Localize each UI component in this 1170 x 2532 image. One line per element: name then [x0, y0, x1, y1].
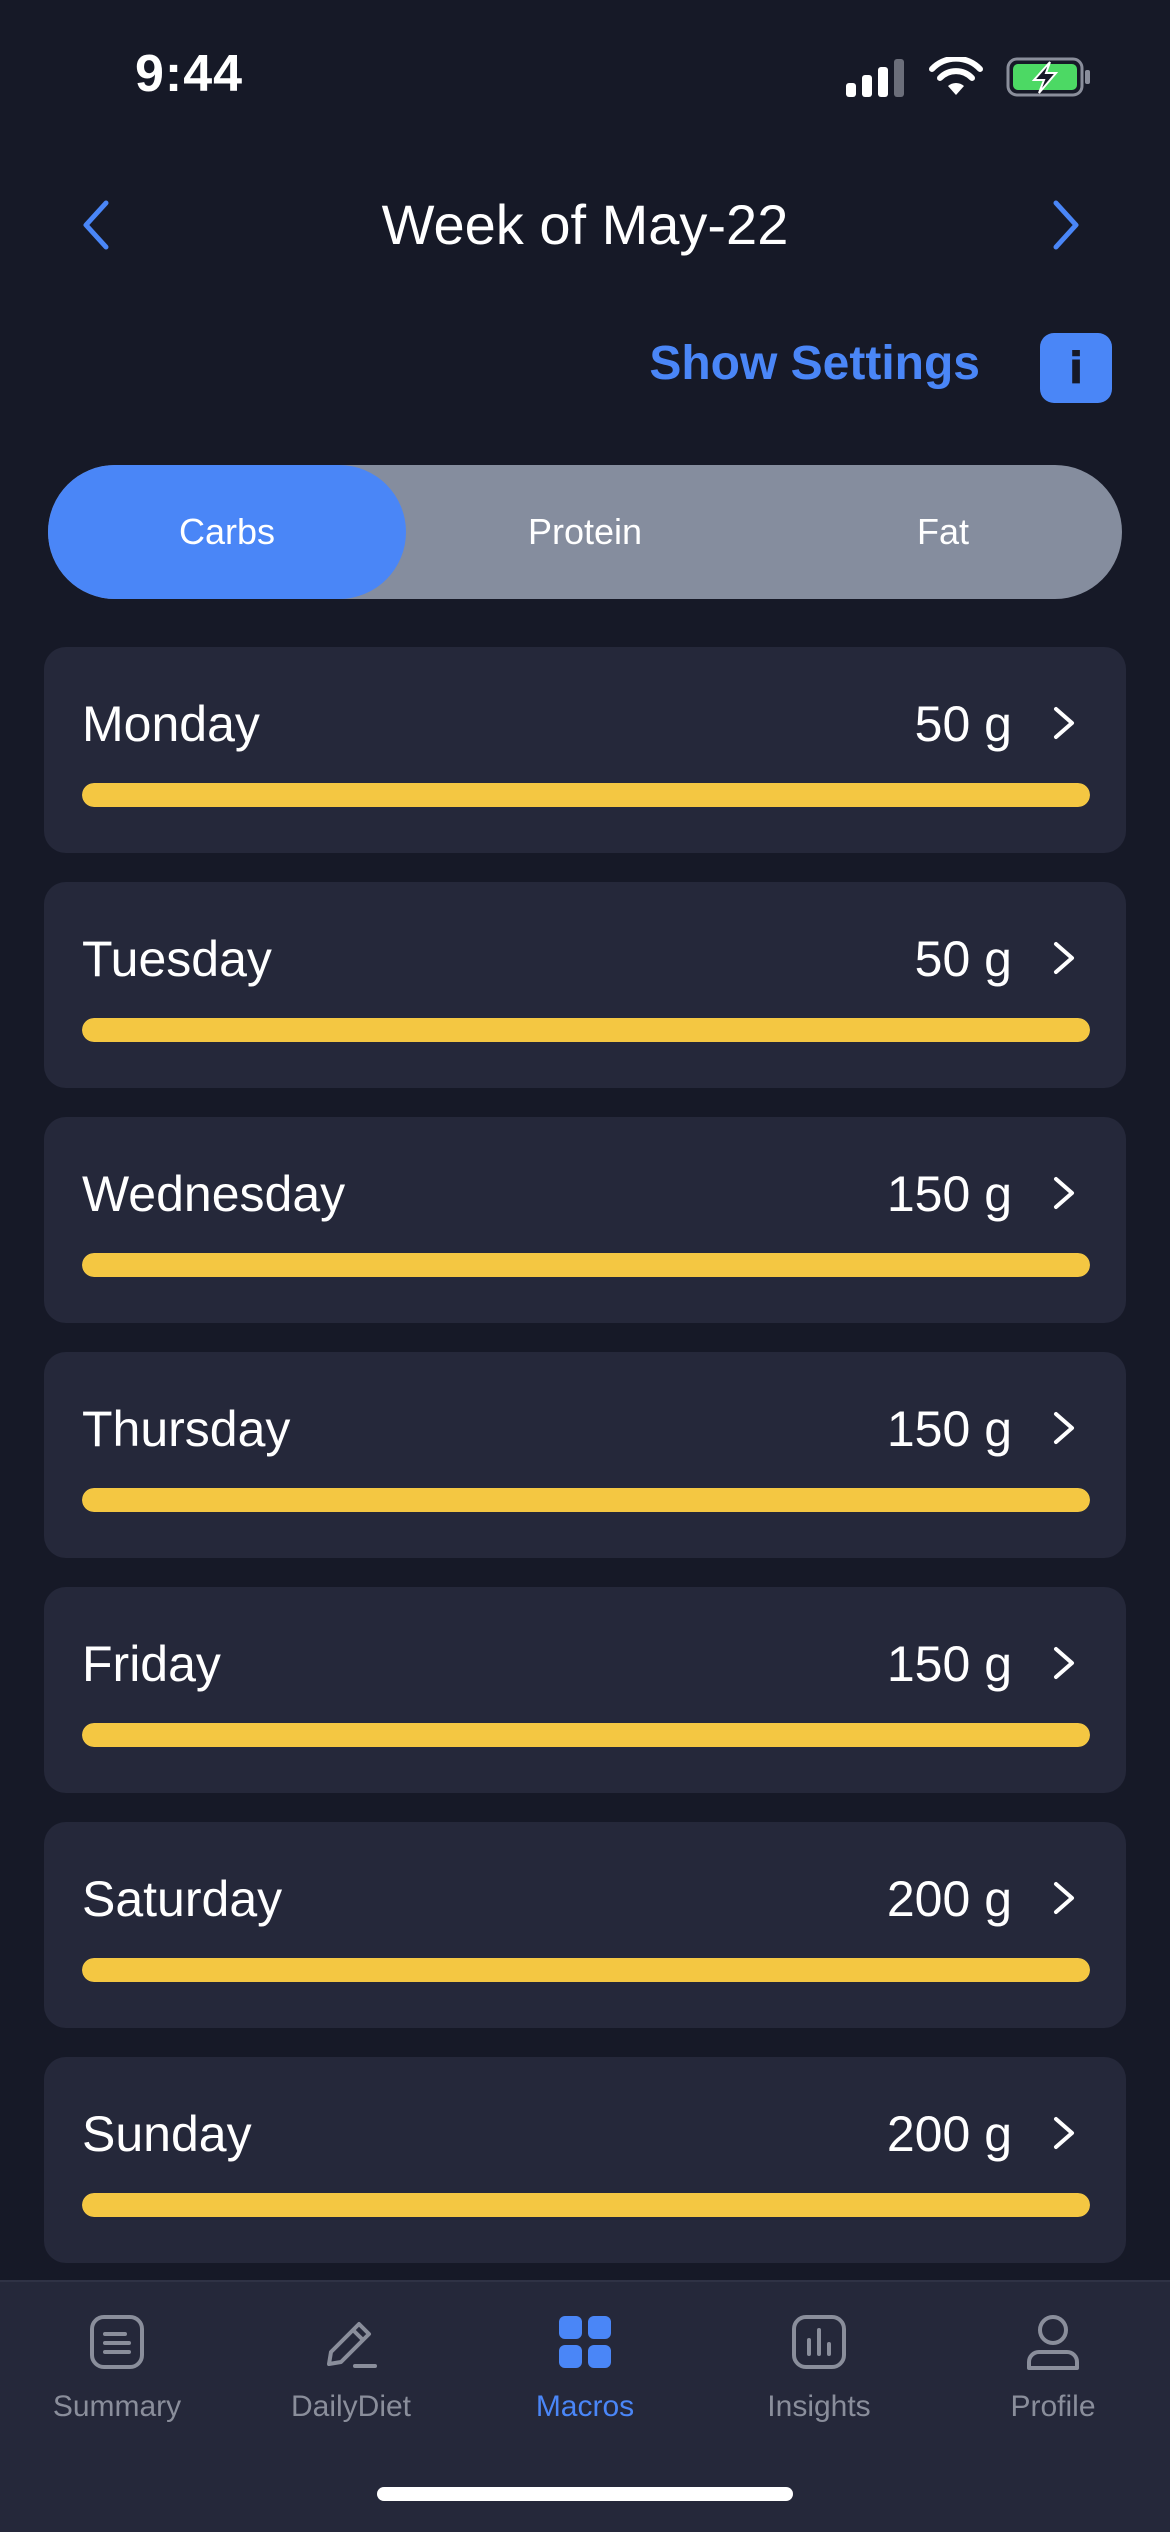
status-icons [846, 56, 1092, 98]
progress-fill [82, 783, 1090, 807]
day-name: Tuesday [82, 931, 272, 987]
wifi-icon [929, 57, 983, 95]
show-settings-link[interactable]: Show Settings [649, 336, 980, 391]
tab-label: DailyDiet [290, 2390, 412, 2423]
segment-protein[interactable]: Protein [406, 465, 764, 599]
progress-bar [82, 1253, 1090, 1277]
day-value: 150 g [886, 1401, 1012, 1457]
progress-bar [82, 1723, 1090, 1747]
chevron-right-icon [1054, 2117, 1074, 2149]
day-row-sunday[interactable]: Sunday 200 g [44, 2057, 1126, 2263]
cellular-signal-icon [846, 57, 906, 97]
progress-fill [82, 1488, 1090, 1512]
progress-bar [82, 783, 1090, 807]
home-indicator [377, 2487, 793, 2501]
progress-fill [82, 1018, 1090, 1042]
progress-bar [82, 2193, 1090, 2217]
day-name: Thursday [82, 1401, 291, 1457]
day-list: Monday 50 g Tuesday 50 g Wednesday 150 g… [44, 647, 1126, 2292]
info-button[interactable]: i [1040, 333, 1112, 403]
tab-label: Summary [52, 2390, 182, 2423]
tab-label: Macros [535, 2390, 635, 2423]
chevron-right-icon [1054, 1882, 1074, 1914]
progress-fill [82, 1723, 1090, 1747]
day-name: Wednesday [82, 1166, 346, 1222]
segment-carbs[interactable]: Carbs [48, 465, 406, 599]
chevron-right-icon [1053, 200, 1079, 250]
segment-fat[interactable]: Fat [764, 465, 1122, 599]
tab-insights[interactable]: Insights [702, 2302, 936, 2442]
next-week-button[interactable] [1036, 192, 1096, 258]
chevron-right-icon [1054, 1412, 1074, 1444]
progress-bar [82, 1018, 1090, 1042]
day-value: 200 g [886, 2106, 1012, 2162]
day-row-tuesday[interactable]: Tuesday 50 g [44, 882, 1126, 1088]
week-header: Week of May-22 [0, 180, 1170, 270]
progress-bar [82, 1958, 1090, 1982]
day-row-saturday[interactable]: Saturday 200 g [44, 1822, 1126, 2028]
day-value: 150 g [886, 1166, 1012, 1222]
progress-fill [82, 1253, 1090, 1277]
info-icon: i [1068, 342, 1084, 394]
day-name: Friday [82, 1636, 221, 1692]
grid-icon [559, 2316, 611, 2368]
day-name: Sunday [82, 2106, 252, 2162]
document-icon [90, 2315, 144, 2369]
progress-fill [82, 1958, 1090, 1982]
chevron-right-icon [1054, 707, 1074, 739]
tab-macros[interactable]: Macros [468, 2302, 702, 2442]
chevron-right-icon [1054, 942, 1074, 974]
status-bar: 9:44 [0, 0, 1170, 150]
tab-summary[interactable]: Summary [0, 2302, 234, 2442]
day-value: 50 g [914, 931, 1012, 987]
day-name: Monday [82, 696, 260, 752]
chevron-right-icon [1054, 1647, 1074, 1679]
macro-segmented-control: Carbs Protein Fat [48, 465, 1122, 599]
day-row-wednesday[interactable]: Wednesday 150 g [44, 1117, 1126, 1323]
day-value: 50 g [914, 696, 1012, 752]
pencil-icon [327, 2322, 377, 2368]
tab-label: Profile [1010, 2390, 1096, 2423]
progress-fill [82, 2193, 1090, 2217]
chevron-right-icon [1054, 1177, 1074, 1209]
day-row-friday[interactable]: Friday 150 g [44, 1587, 1126, 1793]
bar-chart-icon [792, 2315, 846, 2369]
day-row-thursday[interactable]: Thursday 150 g [44, 1352, 1126, 1558]
person-icon [1027, 2315, 1079, 2370]
tab-dailydiet[interactable]: DailyDiet [234, 2302, 468, 2442]
battery-charging-icon [1006, 57, 1090, 97]
tab-label: Insights [767, 2390, 871, 2423]
day-value: 200 g [886, 1871, 1012, 1927]
day-name: Saturday [82, 1871, 283, 1927]
day-value: 150 g [886, 1636, 1012, 1692]
page-title: Week of May-22 [381, 193, 789, 256]
tab-profile[interactable]: Profile [936, 2302, 1170, 2442]
day-row-monday[interactable]: Monday 50 g [44, 647, 1126, 853]
status-time: 9:44 [135, 45, 244, 103]
progress-bar [82, 1488, 1090, 1512]
